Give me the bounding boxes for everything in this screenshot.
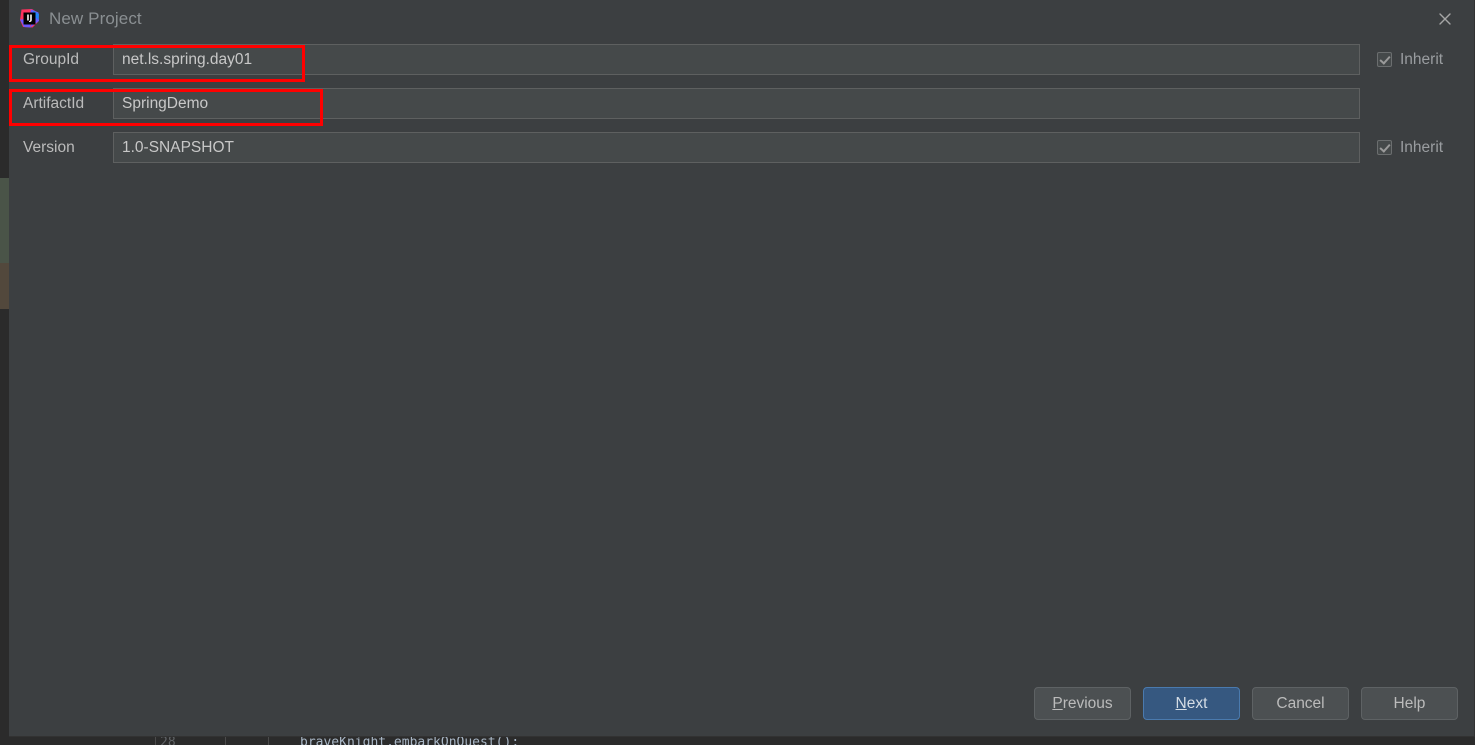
groupid-label: GroupId — [23, 51, 80, 68]
background-ide-strip-dark — [0, 309, 9, 745]
form-row-groupid: GroupId Inherit — [9, 44, 1474, 75]
previous-label-rest: revious — [1062, 694, 1113, 712]
dialog-titlebar: IJ New Project — [9, 0, 1474, 38]
version-inherit-label: Inherit — [1400, 138, 1444, 156]
help-button[interactable]: Help — [1361, 687, 1458, 720]
next-mnemonic: N — [1175, 694, 1187, 712]
checkbox-icon[interactable] — [1377, 52, 1392, 67]
previous-mnemonic: P — [1052, 694, 1063, 712]
editor-gutter-divider-2 — [225, 736, 226, 745]
dialog-button-bar: Previous Next Cancel Help — [1034, 687, 1458, 720]
screen: 28 braveKnight.embarkOnQuest(); IJ New P… — [0, 0, 1475, 745]
version-label: Version — [23, 139, 75, 156]
groupid-inherit-label: Inherit — [1400, 50, 1444, 68]
editor-gutter-divider-1 — [155, 736, 156, 745]
intellij-idea-logo-icon: IJ — [19, 8, 40, 29]
cancel-button[interactable]: Cancel — [1252, 687, 1349, 720]
next-label-rest: ext — [1186, 694, 1208, 712]
artifactid-label: ArtifactId — [23, 95, 85, 112]
background-editor-area — [0, 736, 1475, 745]
svg-text:IJ: IJ — [27, 13, 33, 22]
previous-button[interactable]: Previous — [1034, 687, 1131, 720]
version-input[interactable] — [113, 132, 1360, 163]
artifactid-input[interactable] — [113, 88, 1360, 119]
close-icon[interactable] — [1430, 6, 1460, 32]
form-row-version: Version Inherit — [9, 132, 1474, 163]
checkbox-icon[interactable] — [1377, 140, 1392, 155]
editor-gutter-divider-3 — [268, 736, 269, 745]
form-row-artifactid: ArtifactId — [9, 88, 1474, 119]
new-project-dialog: IJ New Project GroupId Inherit — [9, 0, 1475, 737]
maven-coordinates-form: GroupId Inherit ArtifactId Version Inher… — [9, 44, 1474, 176]
groupid-inherit-checkbox[interactable]: Inherit — [1377, 44, 1443, 75]
background-ide-strip-upper — [0, 178, 9, 263]
version-inherit-checkbox[interactable]: Inherit — [1377, 132, 1443, 163]
dialog-title: New Project — [49, 9, 142, 28]
next-button[interactable]: Next — [1143, 687, 1240, 720]
background-ide-strip-lower — [0, 263, 9, 309]
groupid-input[interactable] — [113, 44, 1360, 75]
